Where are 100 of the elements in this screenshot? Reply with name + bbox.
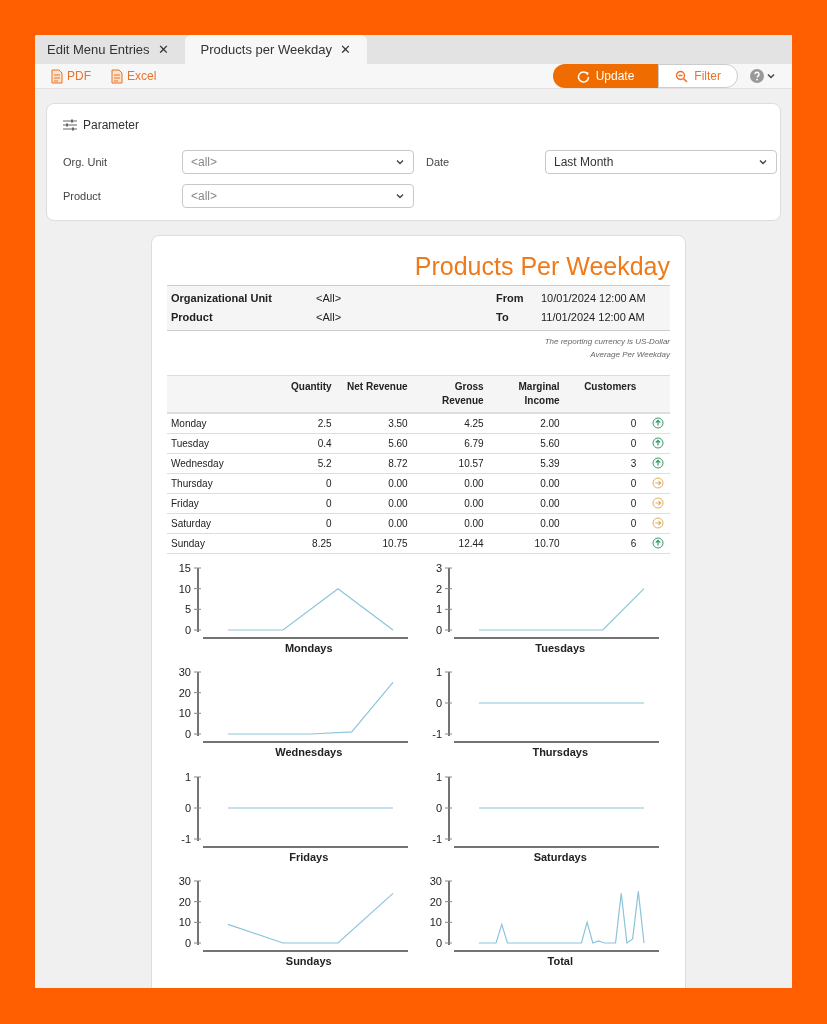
tick-label: -1 — [432, 832, 443, 845]
table-cell: 10.75 — [335, 533, 412, 553]
chart-title: Thursdays — [532, 745, 589, 760]
export-button[interactable]: PDF — [51, 67, 91, 85]
filter-button[interactable]: Filter — [658, 64, 738, 88]
table-cell: 0.00 — [411, 513, 488, 533]
table-cell: 0.00 — [335, 513, 412, 533]
table-cell: Monday — [167, 413, 260, 433]
table-cell: 0.00 — [411, 493, 488, 513]
select-field[interactable]: Last Month — [545, 150, 777, 174]
tick-label: 0 — [184, 937, 191, 949]
table-cell: 10.70 — [487, 533, 564, 553]
chevron-down-icon — [758, 157, 768, 167]
tab[interactable]: Edit Menu Entries ✕ — [35, 35, 181, 64]
table-cell: 2.00 — [487, 413, 564, 433]
tick-label: -1 — [180, 832, 191, 845]
header-label: To — [496, 310, 510, 326]
document-icon — [51, 68, 63, 84]
refresh-icon — [576, 69, 590, 83]
table-cell: 0.00 — [335, 493, 412, 513]
chart-title: Wednesdays — [275, 745, 343, 760]
y-axis — [444, 880, 453, 946]
tick-label: 10 — [178, 707, 191, 720]
tick-label: 0 — [184, 623, 191, 636]
table-cell: 8.25 — [259, 533, 336, 553]
tick-label: 1 — [436, 666, 443, 678]
tick-label: 20 — [178, 895, 191, 908]
export-button[interactable]: Excel — [111, 67, 157, 85]
tick-label: 30 — [178, 666, 191, 678]
column-header: Marginal Income — [487, 375, 564, 413]
table-cell: 4.25 — [411, 413, 488, 433]
report-note: The reporting currency is US-Dollar — [544, 336, 670, 348]
header-value: 10/01/2024 12:00 AM — [541, 291, 646, 307]
tick-label: 2 — [436, 582, 443, 595]
header-label: Organizational Unit — [171, 291, 273, 307]
table-cell: 0 — [563, 493, 641, 513]
y-axis — [193, 566, 202, 633]
close-button[interactable]: ✕ — [157, 39, 169, 60]
tick-label: 0 — [436, 937, 443, 949]
header-label: Product — [171, 310, 214, 326]
update-button[interactable]: Update — [552, 64, 659, 88]
table-cell: 0 — [563, 433, 641, 453]
chevron-down-icon — [395, 157, 405, 167]
chart-title: Total — [547, 954, 573, 969]
field-label: Org. Unit — [63, 154, 108, 170]
tick-label: 0 — [436, 623, 443, 636]
sliders-icon — [63, 119, 77, 131]
table-cell: 0 — [259, 513, 336, 533]
table-cell: 6.79 — [411, 433, 488, 453]
table-cell: 5.60 — [335, 433, 412, 453]
table-cell: 0 — [563, 513, 641, 533]
table-cell: 0.00 — [335, 473, 412, 493]
column-header: Customers — [563, 375, 641, 413]
tick-label: -1 — [432, 728, 443, 740]
table-cell: 0.00 — [411, 473, 488, 493]
chart-title: Tuesdays — [535, 640, 586, 656]
report-note: Average Per Weekday — [590, 349, 670, 361]
field-label: Product — [63, 188, 102, 204]
table-cell: 0 — [563, 473, 641, 493]
tick-label: 0 — [184, 728, 191, 740]
y-axis — [193, 775, 202, 842]
field-label: Date — [426, 154, 451, 170]
select-field[interactable]: <all> — [182, 150, 414, 174]
y-axis — [193, 671, 202, 737]
tick-label: 5 — [184, 602, 191, 615]
tick-label: 10 — [178, 582, 191, 595]
tick-label: 0 — [436, 697, 443, 709]
table-cell: 0.00 — [487, 513, 564, 533]
tab[interactable]: Products per Weekday ✕ — [184, 35, 367, 64]
table-cell: 3 — [563, 453, 641, 473]
table-cell: 0 — [259, 473, 336, 493]
table-cell: Saturday — [167, 513, 260, 533]
table-cell: 5.60 — [487, 433, 564, 453]
select-field[interactable]: <all> — [182, 184, 414, 208]
tick-label: 20 — [178, 686, 191, 699]
y-axis — [193, 880, 202, 946]
chart-title: Saturdays — [533, 849, 587, 865]
table-cell: Wednesday — [167, 453, 260, 473]
column-header: Gross Revenue — [411, 375, 488, 413]
table-cell: Friday — [167, 493, 260, 513]
tick-label: 30 — [178, 875, 191, 887]
close-button[interactable]: ✕ — [339, 39, 351, 60]
tick-label: 0 — [436, 801, 443, 814]
help-button[interactable] — [750, 69, 776, 83]
tick-label: 15 — [178, 561, 191, 574]
table-cell: 6 — [563, 533, 641, 553]
tick-label: 10 — [430, 916, 443, 929]
table-cell: 2.5 — [259, 413, 336, 433]
y-axis — [444, 566, 453, 633]
tick-label: 0 — [184, 801, 191, 814]
chart-title: Mondays — [284, 640, 333, 656]
header-value: <All> — [316, 310, 343, 326]
y-axis — [444, 775, 453, 842]
tick-label: 20 — [430, 895, 443, 908]
tick-label: 1 — [184, 770, 191, 783]
chevron-down-icon — [766, 71, 776, 81]
table-cell: Sunday — [167, 533, 260, 553]
help-icon — [750, 69, 764, 83]
table-cell: 3.50 — [335, 413, 412, 433]
chart-title: Sundays — [285, 954, 332, 969]
